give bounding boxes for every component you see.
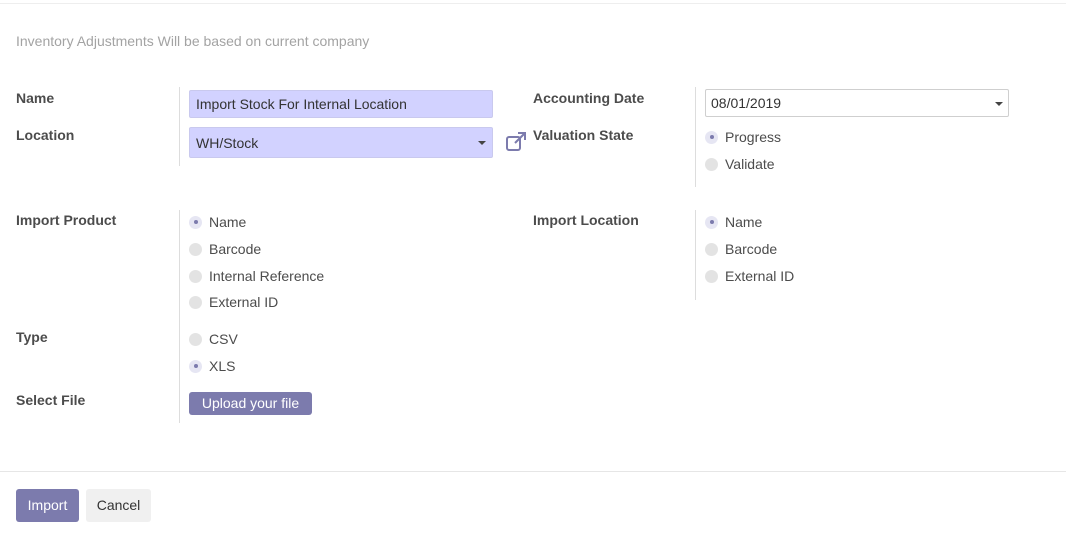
radio-dot bbox=[705, 157, 718, 171]
import-location-barcode-radio[interactable]: Barcode bbox=[705, 240, 777, 258]
radio-label: External ID bbox=[209, 294, 279, 310]
type-xls-radio[interactable]: XLS bbox=[189, 357, 235, 375]
import-button[interactable]: Import bbox=[16, 489, 79, 522]
radio-dot bbox=[189, 269, 202, 283]
radio-label: Barcode bbox=[209, 241, 262, 257]
separator bbox=[179, 210, 180, 423]
location-select[interactable]: WH/Stock bbox=[189, 127, 493, 158]
import-product-name-radio[interactable]: Name bbox=[189, 213, 246, 231]
radio-label: XLS bbox=[209, 358, 236, 374]
import-location-external-id-radio[interactable]: External ID bbox=[705, 267, 794, 285]
type-label: Type bbox=[16, 329, 48, 345]
name-label: Name bbox=[16, 90, 55, 106]
radio-label: Name bbox=[725, 214, 763, 230]
import-product-internal-ref-radio[interactable]: Internal Reference bbox=[189, 267, 324, 285]
type-csv-radio[interactable]: CSV bbox=[189, 330, 238, 348]
valuation-progress-radio[interactable]: Progress bbox=[705, 128, 781, 146]
top-divider bbox=[0, 3, 1066, 4]
location-select-value: WH/Stock bbox=[196, 135, 259, 151]
footer-divider bbox=[0, 471, 1066, 472]
radio-dot bbox=[189, 242, 202, 256]
name-input[interactable]: Import Stock For Internal Location bbox=[189, 90, 493, 118]
name-input-value: Import Stock For Internal Location bbox=[196, 96, 407, 112]
accounting-date-input[interactable]: 08/01/2019 bbox=[705, 89, 1009, 117]
valuation-state-label: Valuation State bbox=[533, 127, 634, 143]
accounting-date-label: Accounting Date bbox=[533, 90, 645, 106]
radio-label: Progress bbox=[725, 129, 782, 145]
import-location-name-radio[interactable]: Name bbox=[705, 213, 762, 231]
radio-label: Internal Reference bbox=[209, 268, 325, 284]
cancel-button[interactable]: Cancel bbox=[86, 489, 151, 522]
separator bbox=[695, 210, 696, 300]
radio-label: Name bbox=[209, 214, 247, 230]
radio-label: Barcode bbox=[725, 241, 778, 257]
caret-down-icon bbox=[995, 102, 1003, 106]
accounting-date-value: 08/01/2019 bbox=[711, 95, 782, 111]
separator bbox=[695, 87, 696, 187]
import-product-external-id-radio[interactable]: External ID bbox=[189, 293, 278, 311]
radio-dot bbox=[705, 130, 718, 144]
radio-dot bbox=[189, 215, 202, 229]
radio-dot bbox=[189, 295, 202, 309]
radio-dot bbox=[705, 269, 718, 283]
company-note: Inventory Adjustments Will be based on c… bbox=[16, 33, 370, 49]
location-label: Location bbox=[16, 127, 75, 143]
radio-dot bbox=[705, 242, 718, 256]
caret-down-icon bbox=[478, 141, 486, 145]
upload-file-button[interactable]: Upload your file bbox=[189, 392, 312, 415]
valuation-validate-radio[interactable]: Validate bbox=[705, 155, 775, 173]
radio-dot bbox=[189, 359, 202, 373]
radio-label: CSV bbox=[209, 331, 238, 347]
external-link-icon[interactable] bbox=[505, 131, 527, 153]
radio-label: Validate bbox=[725, 156, 775, 172]
select-file-label: Select File bbox=[16, 392, 86, 408]
radio-label: External ID bbox=[725, 268, 795, 284]
import-location-label: Import Location bbox=[533, 212, 639, 228]
radio-dot bbox=[705, 215, 718, 229]
import-product-label: Import Product bbox=[16, 212, 117, 228]
separator bbox=[179, 87, 180, 166]
radio-dot bbox=[189, 332, 202, 346]
import-product-barcode-radio[interactable]: Barcode bbox=[189, 240, 261, 258]
